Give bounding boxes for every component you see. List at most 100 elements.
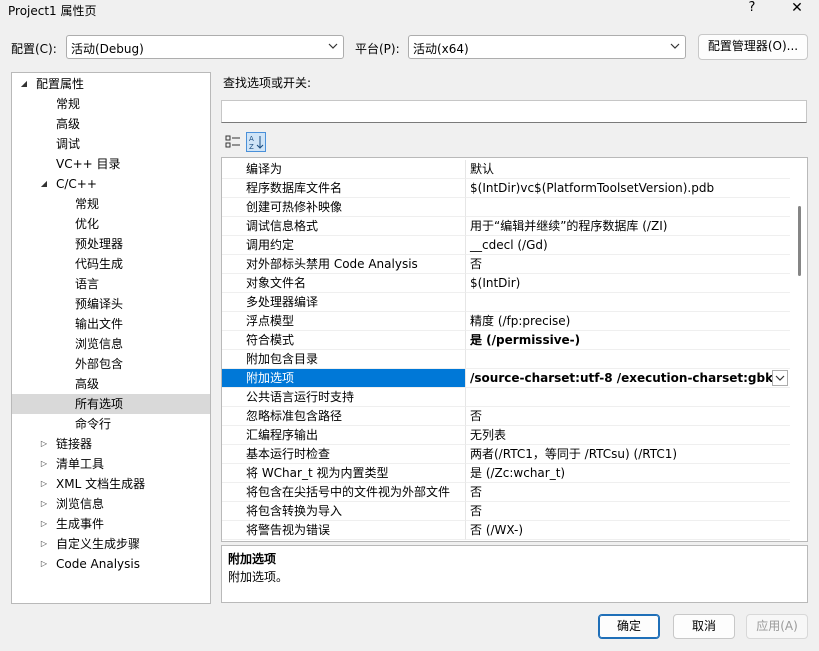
description-panel: 附加选项 附加选项。 (221, 545, 808, 603)
search-input[interactable] (221, 100, 807, 123)
property-tree[interactable]: ◢ 配置属性 常规 高级 调试 VC++ 目录 ◢ C/C++ 常规 优化 预处理器 代码生成 语言 预编… (11, 72, 211, 604)
tree-item[interactable]: 所有选项 (12, 394, 210, 414)
cancel-button[interactable]: 取消 (673, 614, 735, 639)
tree-item[interactable]: ▷ 链接器 (12, 434, 210, 454)
expand-arrow-icon[interactable]: ▷ (39, 494, 49, 514)
tree-item-label: C/C++ (56, 177, 97, 191)
property-row[interactable]: 符合模式是 (/permissive-) (222, 331, 790, 350)
tree-item[interactable]: ▷ 清单工具 (12, 454, 210, 474)
scrollbar-thumb[interactable] (798, 206, 801, 276)
property-row[interactable]: 将 WChar_t 视为内置类型是 (/Zc:wchar_t) (222, 464, 790, 483)
property-value[interactable]: $(IntDir)vc$(PlatformToolsetVersion).pdb (466, 179, 790, 198)
property-row[interactable]: 忽略标准包含路径否 (222, 407, 790, 426)
expand-arrow-icon[interactable]: ▷ (39, 454, 49, 474)
tree-item[interactable]: ▷ Code Analysis (12, 554, 210, 574)
collapse-arrow-icon[interactable]: ◢ (19, 74, 29, 94)
property-row[interactable]: 将包含在尖括号中的文件视为外部文件否 (222, 483, 790, 502)
property-row[interactable]: 将包含转换为导入否 (222, 502, 790, 521)
property-value[interactable]: /source-charset:utf-8 /execution-charset… (466, 369, 790, 388)
property-value[interactable] (466, 293, 790, 312)
tree-item-label: 高级 (75, 377, 100, 391)
tree-item-label: 预处理器 (75, 237, 124, 251)
tree-item[interactable]: ◢ C/C++ (12, 174, 210, 194)
tree-item[interactable]: 外部包含 (12, 354, 210, 374)
property-value[interactable]: 用于“编辑并继续”的程序数据库 (/ZI) (466, 217, 790, 236)
property-value[interactable]: __cdecl (/Gd) (466, 236, 790, 255)
configuration-manager-button[interactable]: 配置管理器(O)... (698, 34, 808, 60)
categorized-button[interactable] (223, 132, 243, 152)
close-button[interactable]: ✕ (788, 0, 806, 18)
tree-item-label: 代码生成 (75, 257, 124, 271)
property-row[interactable]: 多处理器编译 (222, 293, 790, 312)
property-value[interactable]: 是 (/Zc:wchar_t) (466, 464, 790, 483)
property-value[interactable]: 无列表 (466, 426, 790, 445)
property-row[interactable]: 附加包含目录 (222, 350, 790, 369)
tree-item[interactable]: 高级 (12, 374, 210, 394)
property-row[interactable]: 将警告视为错误否 (/WX-) (222, 521, 790, 540)
property-value[interactable]: 否 (466, 407, 790, 426)
property-row[interactable]: 对象文件名 $(IntDir) (222, 274, 790, 293)
expand-arrow-icon[interactable]: ▷ (39, 554, 49, 574)
tree-item-label: XML 文档生成器 (56, 477, 146, 491)
property-row[interactable]: 对外部标头禁用 Code Analysis 否 (222, 255, 790, 274)
property-name: 忽略标准包含路径 (222, 407, 466, 426)
apply-button[interactable]: 应用(A) (746, 614, 808, 639)
sort-alphabetical-button[interactable]: A Z (246, 132, 266, 152)
tree-item[interactable]: 输出文件 (12, 314, 210, 334)
config-combo[interactable]: 活动(Debug) (66, 35, 344, 59)
tree-item[interactable]: ▷ XML 文档生成器 (12, 474, 210, 494)
property-grid[interactable]: 将警告视为错误否 (/WX-) 将包含转换为导入否将包含在尖括号中的文件视为外部文… (221, 157, 808, 542)
tree-item[interactable]: 常规 (12, 94, 210, 114)
property-value[interactable]: 否 (466, 483, 790, 502)
tree-item[interactable]: ▷ 生成事件 (12, 514, 210, 534)
property-value[interactable]: 是 (/permissive-) (466, 331, 790, 350)
expand-arrow-icon[interactable]: ▷ (39, 474, 49, 494)
tree-item[interactable]: 命令行 (12, 414, 210, 434)
tree-item[interactable]: VC++ 目录 (12, 154, 210, 174)
property-value[interactable]: 否 (466, 502, 790, 521)
expand-arrow-icon[interactable]: ▷ (39, 514, 49, 534)
property-row[interactable]: 基本运行时检查 两者(/RTC1，等同于 /RTCsu) (/RTC1) (222, 445, 790, 464)
tree-item[interactable]: ▷ 浏览信息 (12, 494, 210, 514)
tree-item[interactable]: 调试 (12, 134, 210, 154)
svg-text:A: A (249, 135, 254, 143)
property-row[interactable]: 附加选项/source-charset:utf-8 /execution-cha… (222, 369, 790, 388)
property-value[interactable]: 两者(/RTC1，等同于 /RTCsu) (/RTC1) (466, 445, 790, 464)
property-row[interactable]: 创建可热修补映像 (222, 198, 790, 217)
value-dropdown-button[interactable] (772, 370, 788, 386)
property-name: 调用约定 (222, 236, 466, 255)
collapse-arrow-icon[interactable]: ◢ (39, 174, 49, 194)
property-row[interactable]: 调试信息格式 用于“编辑并继续”的程序数据库 (/ZI) (222, 217, 790, 236)
property-value[interactable] (466, 388, 790, 407)
tree-item[interactable]: 预编译头 (12, 294, 210, 314)
property-row[interactable]: 编译为 默认 (222, 160, 790, 179)
tree-item[interactable]: ◢ 配置属性 (12, 74, 210, 94)
property-value[interactable]: $(IntDir) (466, 274, 790, 293)
property-name: 附加包含目录 (222, 350, 466, 369)
property-row[interactable]: 公共语言运行时支持 (222, 388, 790, 407)
tree-item[interactable]: 优化 (12, 214, 210, 234)
tree-item[interactable]: 高级 (12, 114, 210, 134)
property-row[interactable]: 程序数据库文件名 $(IntDir)vc$(PlatformToolsetVers… (222, 179, 790, 198)
property-value[interactable]: 默认 (466, 160, 790, 179)
property-value[interactable] (466, 350, 790, 369)
tree-item[interactable]: 代码生成 (12, 254, 210, 274)
tree-item[interactable]: 常规 (12, 194, 210, 214)
tree-item[interactable]: ▷ 自定义生成步骤 (12, 534, 210, 554)
config-value: 活动(Debug) (71, 42, 144, 56)
tree-item[interactable]: 预处理器 (12, 234, 210, 254)
property-value[interactable]: 否 (466, 255, 790, 274)
ok-button[interactable]: 确定 (598, 614, 660, 639)
property-row[interactable]: 汇编程序输出 无列表 (222, 426, 790, 445)
tree-item[interactable]: 语言 (12, 274, 210, 294)
tree-item[interactable]: 浏览信息 (12, 334, 210, 354)
property-value[interactable] (466, 198, 790, 217)
platform-combo[interactable]: 活动(x64) (408, 35, 686, 59)
property-row[interactable]: 调用约定 __cdecl (/Gd) (222, 236, 790, 255)
help-button[interactable]: ? (744, 0, 760, 18)
property-value[interactable]: 否 (/WX-) (466, 521, 790, 540)
property-value[interactable]: 精度 (/fp:precise) (466, 312, 790, 331)
expand-arrow-icon[interactable]: ▷ (39, 534, 49, 554)
expand-arrow-icon[interactable]: ▷ (39, 434, 49, 454)
property-row[interactable]: 浮点模型 精度 (/fp:precise) (222, 312, 790, 331)
